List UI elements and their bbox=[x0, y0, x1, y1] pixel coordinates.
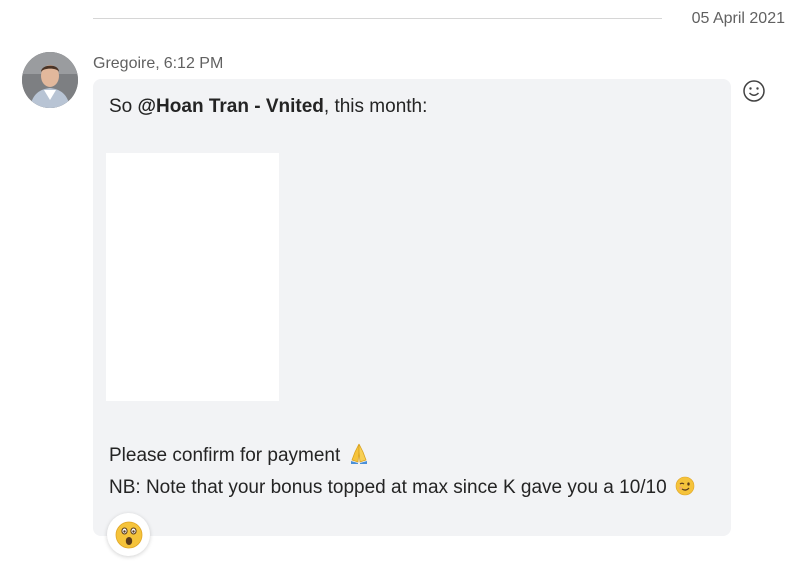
date-divider: 05 April 2021 bbox=[93, 8, 793, 30]
surprised-face-emoji bbox=[115, 521, 142, 548]
divider-line bbox=[93, 18, 662, 19]
message-text-bonus: NB: Note that your bonus topped at max s… bbox=[109, 477, 667, 498]
mention[interactable]: @Hoan Tran - Vnited bbox=[138, 96, 324, 117]
message-text-payment: Please confirm for payment bbox=[109, 445, 341, 466]
smiley-icon bbox=[743, 80, 765, 102]
date-label: 05 April 2021 bbox=[691, 10, 785, 27]
message-time: 6:12 PM bbox=[163, 55, 224, 72]
avatar[interactable] bbox=[22, 52, 78, 108]
header-separator: , bbox=[155, 55, 160, 72]
avatar-photo bbox=[22, 52, 78, 108]
message-text-suffix: , this month: bbox=[323, 96, 428, 117]
message-bubble[interactable]: So @Hoan Tran - Vnited, this month: Plea… bbox=[93, 79, 731, 536]
message-line-1: So @Hoan Tran - Vnited, this month: bbox=[109, 96, 427, 118]
message-line-3: NB: Note that your bonus topped at max s… bbox=[109, 476, 695, 502]
attached-image[interactable] bbox=[106, 153, 279, 401]
sender-name[interactable]: Gregoire bbox=[93, 55, 155, 72]
add-reaction-button[interactable] bbox=[742, 79, 766, 103]
folded-hands-emoji bbox=[349, 442, 369, 470]
message-header: Gregoire, 6:12 PM bbox=[93, 55, 223, 73]
message-text-prefix: So bbox=[109, 96, 138, 117]
reaction-surprised[interactable] bbox=[107, 513, 150, 556]
winking-face-emoji bbox=[675, 476, 695, 502]
message-line-2: Please confirm for payment bbox=[109, 442, 369, 470]
